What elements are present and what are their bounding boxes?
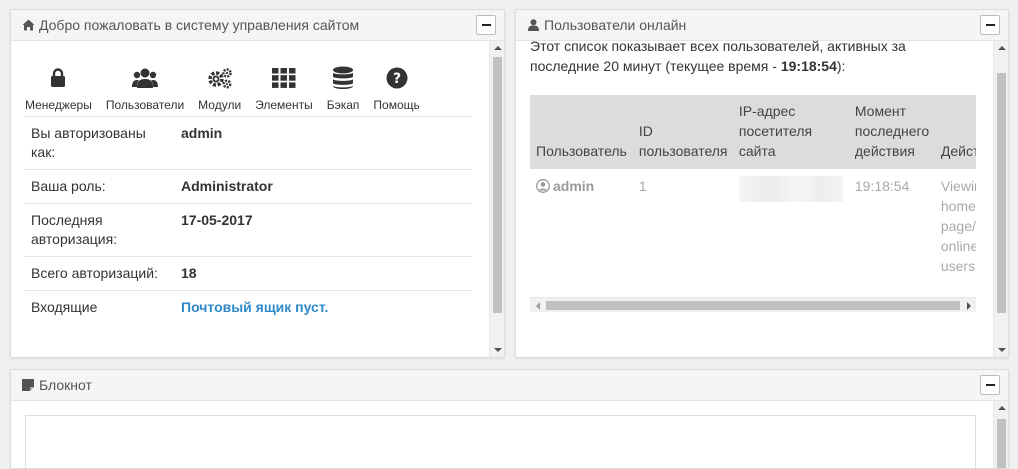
- info-value: Почтовый ящик пуст.: [175, 290, 471, 324]
- quick-link-label: Элементы: [255, 98, 313, 112]
- column-header: IP-адрес посетителя сайта: [732, 95, 849, 169]
- collapse-button[interactable]: [476, 15, 496, 35]
- database-icon: [332, 64, 354, 92]
- cogs-icon: [207, 64, 233, 92]
- welcome-widget-title: Добро пожаловать в систему управления са…: [39, 17, 360, 33]
- users-online-table: Пользователь ID пользователя IP-адрес по…: [530, 95, 976, 283]
- online-user-action: Viewing home page/ online users: [935, 169, 976, 283]
- scroll-down-icon[interactable]: [994, 343, 1008, 357]
- users-icon: [132, 64, 158, 92]
- table-row: admin 1 19:18:54 Viewing home page/ onli…: [530, 169, 976, 283]
- quick-link-label: Помощь: [373, 98, 420, 112]
- quick-link-label: Менеджеры: [25, 98, 92, 112]
- online-user-ip: [733, 169, 849, 283]
- sticky-note-icon: [21, 378, 35, 392]
- collapse-button[interactable]: [980, 375, 1000, 395]
- vertical-scrollbar[interactable]: [993, 41, 1008, 357]
- info-value: admin: [175, 116, 471, 170]
- users-online-title: Пользователи онлайн: [544, 17, 687, 33]
- table-row: Ваша роль: Administrator: [25, 169, 471, 204]
- users-online-table-wrap: Пользователь ID пользователя IP-адрес по…: [530, 95, 976, 314]
- scrollbar-thumb[interactable]: [997, 419, 1006, 468]
- minus-icon: [481, 24, 491, 26]
- online-user-name[interactable]: admin: [553, 178, 594, 194]
- grid-icon: [271, 64, 296, 92]
- user-circle-icon: [536, 179, 550, 193]
- table-row: Входящие Почтовый ящик пуст.: [25, 290, 471, 324]
- welcome-widget-header: Добро пожаловать в систему управления са…: [11, 10, 504, 41]
- online-user-id: 1: [638, 178, 647, 194]
- user-icon: [526, 18, 540, 32]
- notepad-widget: Блокнот: [10, 369, 1009, 469]
- vertical-scrollbar[interactable]: [489, 41, 504, 357]
- welcome-widget: Добро пожаловать в систему управления са…: [10, 9, 505, 358]
- inbox-link[interactable]: Почтовый ящик пуст.: [181, 299, 328, 315]
- online-user-action-text: Viewing home page/ online users: [940, 178, 976, 274]
- scroll-left-icon[interactable]: [530, 298, 545, 313]
- column-header: Действие: [934, 95, 976, 169]
- table-header-row: Пользователь ID пользователя IP-адрес по…: [530, 95, 976, 169]
- scroll-down-icon[interactable]: [490, 343, 504, 357]
- vertical-scrollbar[interactable]: [993, 401, 1008, 468]
- quick-link-elements[interactable]: Элементы: [255, 64, 313, 112]
- quick-link-help[interactable]: ? Помощь: [373, 64, 420, 112]
- column-header-text: IP-адрес посетителя сайта: [738, 103, 813, 159]
- minus-icon: [985, 384, 995, 386]
- info-label: Ваша роль:: [25, 169, 175, 204]
- info-value: 17-05-2017: [175, 203, 471, 257]
- info-value: 18: [175, 256, 471, 291]
- scroll-up-icon[interactable]: [994, 41, 1008, 55]
- table-row: Последняя авторизация: 17-05-2017: [25, 203, 471, 257]
- info-label: Входящие: [25, 290, 175, 324]
- quick-link-label: Бэкап: [326, 98, 360, 112]
- intro-text: Этот список показывает всех пользователе…: [530, 38, 906, 74]
- quick-link-label: Модули: [198, 98, 242, 112]
- scrollbar-thumb[interactable]: [546, 301, 960, 310]
- quick-link-label: Пользователи: [105, 98, 185, 112]
- scrollbar-thumb[interactable]: [493, 57, 502, 313]
- notepad-header: Блокнот: [11, 370, 1008, 401]
- current-time: 19:18:54: [780, 58, 837, 74]
- column-header-text: Действие: [940, 143, 976, 159]
- lock-icon: [50, 64, 66, 92]
- minus-icon: [985, 24, 995, 26]
- quick-links: Менеджеры Пользователи Модули Элементы Б…: [25, 64, 434, 112]
- collapse-button[interactable]: [980, 15, 1000, 35]
- home-icon: [21, 18, 35, 32]
- column-header-text: ID пользователя: [638, 123, 728, 159]
- notepad-textarea[interactable]: [25, 415, 976, 468]
- online-user-cell: admin: [530, 169, 633, 283]
- scroll-up-icon[interactable]: [994, 401, 1008, 415]
- column-header-text: Момент последнего действия: [854, 103, 930, 159]
- account-info-table: Вы авторизованы как: admin Ваша роль: Ad…: [25, 116, 471, 324]
- scroll-up-icon[interactable]: [490, 41, 504, 55]
- quick-link-managers[interactable]: Менеджеры: [25, 64, 92, 112]
- info-value: Administrator: [175, 169, 471, 204]
- info-label: Всего авторизаций:: [25, 256, 175, 291]
- help-icon: ?: [386, 64, 408, 92]
- column-header: Пользователь: [530, 95, 633, 169]
- column-header: Момент последнего действия: [848, 95, 935, 169]
- intro-end: ):: [836, 58, 846, 74]
- table-row: Всего авторизаций: 18: [25, 256, 471, 291]
- column-header: ID пользователя: [632, 95, 733, 169]
- quick-link-modules[interactable]: Модули: [198, 64, 241, 112]
- scrollbar-thumb[interactable]: [997, 73, 1006, 313]
- horizontal-scrollbar[interactable]: [530, 297, 976, 312]
- scroll-right-icon[interactable]: [961, 298, 976, 313]
- notepad-title: Блокнот: [39, 377, 92, 393]
- info-label: Вы авторизованы как:: [25, 116, 175, 170]
- users-online-intro: Этот список показывает всех пользователе…: [530, 36, 950, 76]
- column-header-text: Пользователь: [536, 143, 627, 159]
- quick-link-backup[interactable]: Бэкап: [326, 64, 360, 112]
- table-row: Вы авторизованы как: admin: [25, 116, 471, 170]
- users-online-widget: Пользователи онлайн Этот список показыва…: [515, 9, 1009, 358]
- svg-text:?: ?: [393, 71, 401, 87]
- online-user-time: 19:18:54: [854, 178, 910, 194]
- quick-link-users[interactable]: Пользователи: [106, 64, 184, 112]
- ip-blurred: [738, 176, 843, 202]
- info-label: Последняя авторизация:: [25, 203, 175, 257]
